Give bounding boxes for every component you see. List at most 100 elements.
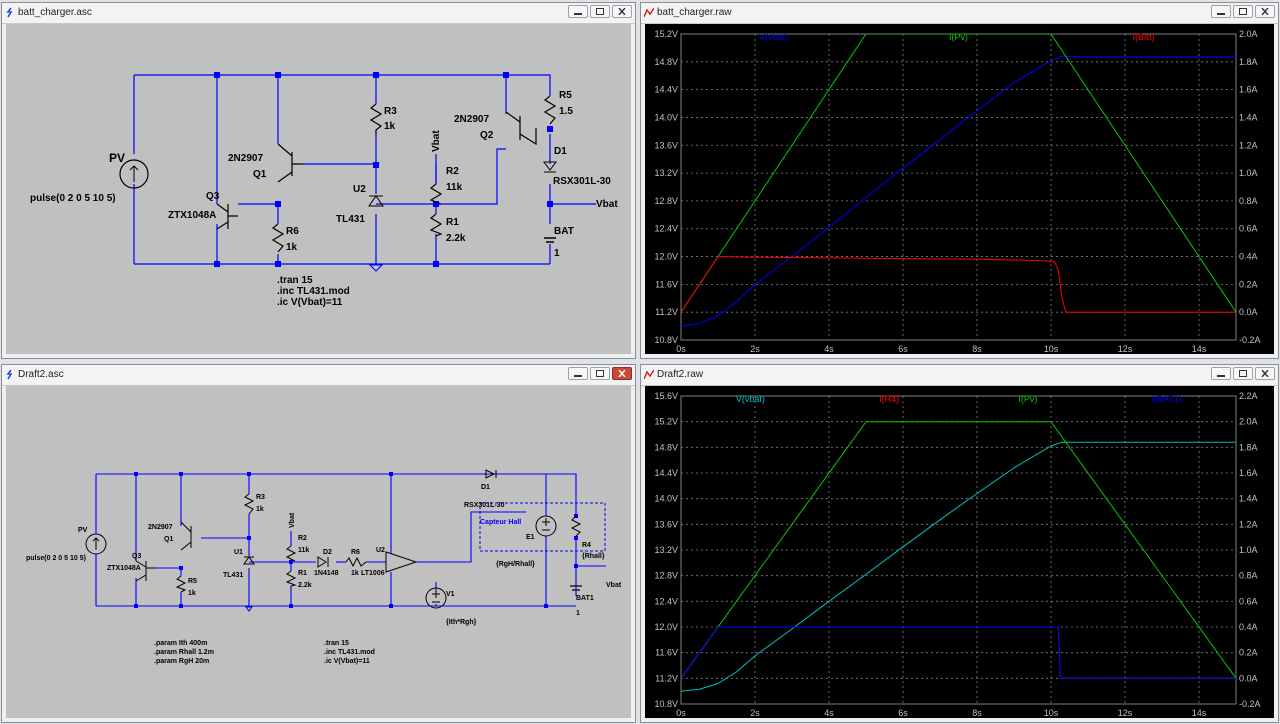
- label-r5: R5: [188, 578, 197, 585]
- restore-button[interactable]: [590, 5, 610, 18]
- title-bar[interactable]: Draft2.asc: [2, 365, 635, 386]
- title-bar[interactable]: batt_charger.raw: [641, 3, 1278, 24]
- x-tick-label: 6s: [898, 708, 908, 718]
- plot-pane[interactable]: 15.6V 15.2V 14.8V 14.4V 14.0V 13.6V 13.2V 12.8V…: [645, 386, 1274, 718]
- wires: [133, 74, 596, 265]
- label-r3: R3: [384, 106, 397, 117]
- label-v1: V1: [446, 591, 455, 598]
- x-tick-label: 8s: [972, 344, 982, 354]
- label-r1: R1: [298, 570, 307, 577]
- minimize-button[interactable]: [1211, 367, 1231, 380]
- restore-button[interactable]: [1233, 5, 1253, 18]
- y-left-tick-label: 15.6V: [654, 391, 678, 401]
- plot-window-batt-charger[interactable]: batt_charger.raw 15.2V 14.8V 14.4V 14.0V 13.…: [640, 2, 1279, 359]
- label-u2: U2: [353, 184, 366, 195]
- label-q3-model: ZTX1048A: [107, 565, 141, 572]
- directive-tran[interactable]: .tran 15: [324, 640, 349, 647]
- label-r6-val: 1k: [286, 242, 298, 253]
- label-u2-model: TL431: [336, 214, 365, 225]
- ground-symbol: [368, 264, 384, 272]
- pv-source[interactable]: [85, 533, 107, 555]
- y-right-tick-label: 1.0A: [1239, 168, 1258, 178]
- y-left-tick-label: 13.6V: [654, 140, 678, 150]
- y-right-tick-label: 1.2A: [1239, 140, 1258, 150]
- schematic-canvas[interactable]: PV pulse(0 2 0 5 10 5) Q3 ZTX1048A 2N290…: [6, 24, 631, 354]
- label-r3-val: 1k: [256, 506, 264, 513]
- restore-button[interactable]: [590, 367, 610, 380]
- trace-label[interactable]: V(vbat): [736, 394, 765, 404]
- label-r3: R3: [256, 494, 265, 501]
- minimize-button[interactable]: [568, 367, 588, 380]
- plot-pane[interactable]: 15.2V 14.8V 14.4V 14.0V 13.6V 13.2V 12.8V 12.4V…: [645, 24, 1274, 354]
- close-button[interactable]: [1255, 5, 1275, 18]
- schematic-window-batt-charger[interactable]: batt_charger.asc PV pulse(0 2 0 5 10 5) …: [1, 2, 636, 359]
- series-line-v-vbat-: [681, 441, 1236, 692]
- directive-inc[interactable]: .inc TL431.mod: [324, 649, 375, 656]
- directive-ic[interactable]: .ic V(Vbat)=11: [324, 658, 370, 665]
- y-left-tick-label: 12.8V: [654, 196, 678, 206]
- y-right-tick-label: 1.8A: [1239, 57, 1258, 67]
- label-d1-model: RSX301L-30: [464, 502, 505, 509]
- schematic-icon: [6, 7, 13, 18]
- restore-icon: [596, 8, 604, 15]
- y-left-tick-label: 14.0V: [654, 494, 678, 504]
- minimize-icon: [574, 12, 582, 15]
- label-r1: R1: [446, 217, 459, 228]
- schematic-canvas[interactable]: PV pulse(0 2 0 5 10 5) Q3 ZTX1048A 2N290…: [6, 386, 631, 718]
- window-title: batt_charger.raw: [657, 7, 732, 18]
- close-button[interactable]: [612, 367, 632, 380]
- close-icon: [1261, 8, 1269, 15]
- trace-label[interactable]: I(R4): [879, 394, 899, 404]
- label-r3-val: 1k: [384, 121, 396, 132]
- x-tick-label: 12s: [1118, 708, 1133, 718]
- trace-label[interactable]: I(BAT1): [1151, 394, 1181, 404]
- minimize-icon: [1217, 12, 1225, 15]
- plot-window-draft2[interactable]: Draft2.raw 15.6V 15.2V 14.8V 14.4V 14.0V 13.6…: [640, 364, 1279, 723]
- label-u1-model: TL431: [223, 572, 243, 579]
- battery-symbol: [544, 237, 556, 243]
- minimize-icon: [1217, 374, 1225, 377]
- trace-label[interactable]: I(Pv): [949, 32, 968, 42]
- waveform-icon: [644, 7, 654, 18]
- title-bar[interactable]: Draft2.raw: [641, 365, 1278, 386]
- y-left-tick-label: 10.8V: [654, 699, 678, 709]
- trace-label[interactable]: I(Pv): [1018, 394, 1037, 404]
- label-vbat-out: Vbat: [606, 582, 622, 589]
- label-v1-val: {Ith*Rgh}: [446, 619, 477, 626]
- y-left-tick-label: 12.4V: [654, 596, 678, 606]
- label-q1-model: 2N2907: [228, 153, 263, 164]
- title-bar[interactable]: batt_charger.asc: [2, 3, 635, 24]
- close-button[interactable]: [612, 5, 632, 18]
- label-bat: BAT: [554, 226, 574, 237]
- e1-source[interactable]: [535, 515, 557, 537]
- directive-inc[interactable]: .inc TL431.mod: [277, 286, 350, 297]
- x-tick-label: 4s: [824, 708, 834, 718]
- waveform-chart[interactable]: 15.6V 15.2V 14.8V 14.4V 14.0V 13.6V 13.2V 12.8V…: [645, 386, 1276, 720]
- label-q1: Q1: [164, 536, 173, 543]
- trace-label[interactable]: I(Bat): [1132, 32, 1154, 42]
- param-rgh[interactable]: .param RgH 20m: [154, 658, 209, 665]
- trace-label[interactable]: V(vbat): [759, 32, 788, 42]
- param-rhall[interactable]: .param Rhall 1.2m: [154, 649, 214, 656]
- y-left-tick-label: 10.8V: [654, 335, 678, 345]
- directive-ic[interactable]: .ic V(Vbat)=11: [277, 297, 343, 308]
- param-ith[interactable]: .param Ith 400m: [154, 640, 207, 647]
- schematic-window-draft2[interactable]: Draft2.asc PV pulse(0 2 0 5 10 5) Q3 ZTX…: [1, 364, 636, 723]
- directive-tran[interactable]: .tran 15: [277, 275, 313, 286]
- close-button[interactable]: [1255, 367, 1275, 380]
- minimize-button[interactable]: [1211, 5, 1231, 18]
- y-left-tick-label: 13.2V: [654, 545, 678, 555]
- opamp-symbol: [385, 551, 418, 573]
- y-left-tick-label: 12.4V: [654, 224, 678, 234]
- schematic-drawing: PV pulse(0 2 0 5 10 5) Q3 ZTX1048A 2N290…: [30, 72, 618, 308]
- restore-button[interactable]: [1233, 367, 1253, 380]
- y-right-tick-label: 0.8A: [1239, 571, 1258, 581]
- minimize-button[interactable]: [568, 5, 588, 18]
- label-r5-val: 1k: [188, 590, 196, 597]
- waveform-chart[interactable]: 15.2V 14.8V 14.4V 14.0V 13.6V 13.2V 12.8V 12.4V…: [645, 24, 1276, 356]
- close-icon: [1261, 370, 1269, 377]
- y-right-tick-label: 0.0A: [1239, 673, 1258, 683]
- label-d2: D2: [323, 549, 332, 556]
- y-left-tick-label: 14.4V: [654, 468, 678, 478]
- y-right-tick-label: 1.6A: [1239, 468, 1258, 478]
